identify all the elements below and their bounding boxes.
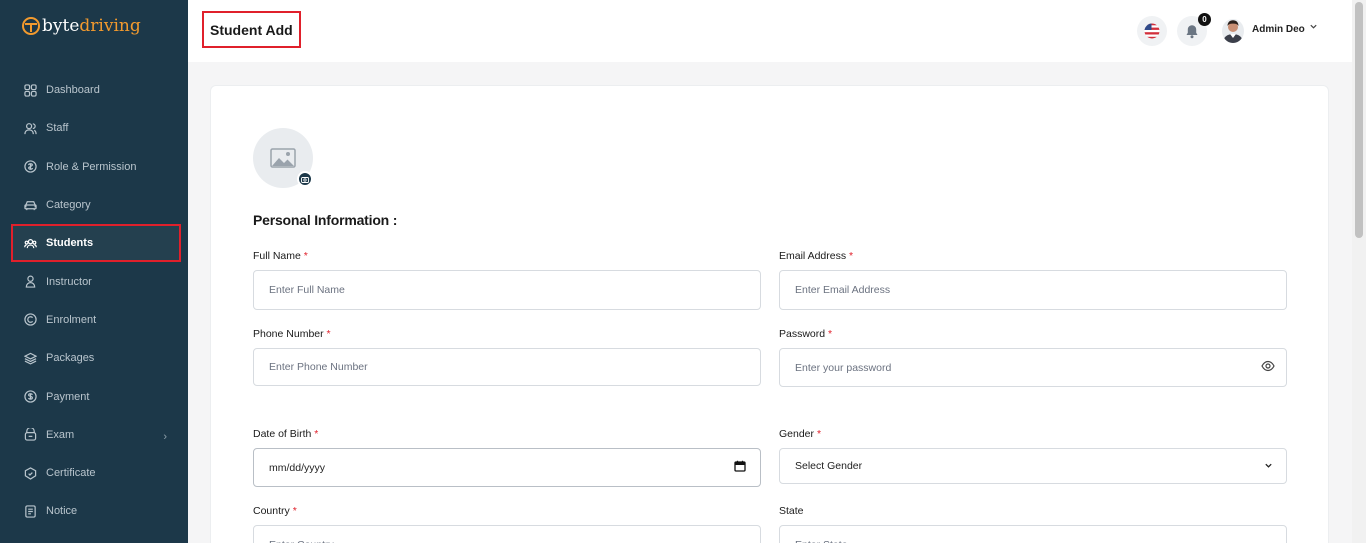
dollar-coin-icon — [24, 390, 37, 403]
avatar[interactable] — [1222, 19, 1244, 43]
profile-photo-upload[interactable] — [253, 128, 313, 188]
required-mark: * — [828, 328, 833, 340]
language-selector[interactable] — [1137, 16, 1167, 46]
required-mark: * — [303, 250, 308, 262]
sidebar-item-notice[interactable]: Notice — [11, 492, 181, 530]
instructor-person-icon — [24, 275, 37, 288]
students-group-icon — [24, 237, 37, 250]
phone-label-text: Phone Number — [253, 328, 324, 340]
sidebar-item-label: Exam — [46, 428, 75, 441]
packages-layers-icon — [24, 352, 37, 365]
phone-input[interactable] — [253, 348, 761, 386]
sidebar-item-label: Students — [46, 237, 94, 250]
sidebar-item-packages[interactable]: Packages — [11, 339, 181, 377]
page-title: Student Add — [202, 11, 301, 48]
sidebar-nav: Dashboard Staff Role & Permission Catego… — [11, 71, 181, 531]
dashboard-grid-icon — [24, 83, 37, 97]
state-label-text: State — [779, 505, 804, 517]
gender-select[interactable]: Select Gender — [779, 448, 1287, 484]
full-name-input[interactable] — [253, 270, 761, 310]
notice-document-icon — [24, 505, 37, 518]
sidebar-item-label: Enrolment — [46, 313, 97, 326]
required-mark: * — [314, 428, 319, 440]
eye-icon[interactable] — [1261, 360, 1275, 372]
required-mark: * — [816, 428, 822, 440]
state-label: State — [779, 505, 804, 517]
email-label-text: Email Address — [779, 250, 847, 262]
calendar-icon[interactable] — [734, 460, 746, 472]
sidebar-item-students[interactable]: Students — [11, 224, 181, 263]
sidebar-item-enrolment[interactable]: Enrolment — [11, 301, 181, 339]
steering-wheel-icon — [22, 17, 40, 35]
gender-select-value[interactable]: Select Gender — [779, 448, 1287, 484]
country-label: Country * — [253, 505, 297, 517]
sidebar-item-certificate[interactable]: Certificate — [11, 454, 181, 492]
scrollbar-thumb[interactable] — [1355, 2, 1363, 238]
sidebar-item-category[interactable]: Category — [11, 186, 181, 224]
sidebar-item-role-permission[interactable]: Role & Permission — [11, 148, 181, 186]
country-label-text: Country — [253, 505, 290, 517]
sidebar-item-label: Role & Permission — [46, 160, 137, 173]
dob-input[interactable]: mm/dd/yyyy — [253, 448, 761, 487]
required-mark: * — [292, 505, 297, 517]
sidebar-item-instructor[interactable]: Instructor — [11, 262, 181, 300]
sidebar-item-label: Category — [46, 199, 91, 212]
student-form-card: Personal Information : Full Name * Email… — [210, 85, 1329, 543]
password-label: Password * — [779, 328, 832, 340]
required-mark: * — [849, 250, 854, 262]
password-label-text: Password — [779, 328, 826, 340]
password-field[interactable]: Enter your password — [779, 348, 1287, 387]
state-input[interactable] — [779, 525, 1287, 543]
email-label: Email Address * — [779, 250, 853, 262]
sidebar-item-label: Staff — [46, 122, 69, 135]
sidebar: byte driving Dashboard Staff Role & Perm… — [0, 0, 188, 543]
dob-label-text: Date of Birth — [253, 428, 312, 440]
phone-label: Phone Number * — [253, 328, 331, 340]
shield-icon — [24, 160, 37, 173]
user-avatar-icon — [1223, 20, 1243, 43]
required-mark: * — [326, 328, 331, 340]
country-input[interactable] — [253, 525, 761, 543]
dob-label: Date of Birth * — [253, 428, 318, 440]
sidebar-item-label: Dashboard — [46, 84, 100, 97]
staff-users-icon — [24, 122, 37, 135]
gender-label-text: Gender — [779, 428, 815, 440]
sidebar-item-label: Certificate — [46, 467, 96, 480]
brand-name-part1: byte — [42, 16, 80, 36]
chevron-down-icon[interactable] — [1264, 461, 1273, 470]
page-scrollbar[interactable] — [1352, 0, 1366, 543]
us-flag-icon — [1144, 23, 1160, 39]
brand-logo[interactable]: byte driving — [22, 16, 141, 36]
email-input[interactable] — [779, 270, 1287, 310]
sidebar-item-payment[interactable]: Payment — [11, 377, 181, 415]
chevron-down-icon[interactable] — [1309, 22, 1318, 34]
gender-label: Gender * — [779, 428, 821, 440]
password-input[interactable]: Enter your password — [779, 348, 1287, 387]
full-name-label: Full Name * — [253, 250, 308, 262]
sidebar-item-label: Packages — [46, 352, 95, 365]
brand-name-part2: driving — [79, 16, 141, 36]
sidebar-item-exam[interactable]: Exam › — [11, 416, 181, 454]
section-title: Personal Information : — [253, 212, 398, 228]
notification-count-badge: 0 — [1198, 13, 1211, 26]
top-bar: Student Add 0 Admin Deo — [188, 0, 1352, 62]
dob-field[interactable]: mm/dd/yyyy — [253, 448, 761, 487]
bell-icon — [1186, 24, 1198, 38]
camera-icon[interactable] — [297, 171, 313, 187]
user-name[interactable]: Admin Deo — [1252, 24, 1305, 35]
enrolment-badge-icon — [24, 313, 37, 327]
exam-icon — [24, 428, 37, 441]
car-icon — [24, 199, 37, 212]
sidebar-item-staff[interactable]: Staff — [11, 109, 181, 147]
certificate-icon — [24, 466, 37, 480]
sidebar-item-label: Notice — [46, 505, 78, 518]
sidebar-item-dashboard[interactable]: Dashboard — [11, 71, 181, 109]
sidebar-item-label: Instructor — [46, 275, 92, 288]
sidebar-item-label: Payment — [46, 390, 90, 403]
image-placeholder-icon — [270, 148, 296, 168]
notifications-button[interactable]: 0 — [1177, 13, 1211, 46]
chevron-right-icon[interactable]: › — [163, 431, 167, 443]
full-name-label-text: Full Name — [253, 250, 301, 262]
